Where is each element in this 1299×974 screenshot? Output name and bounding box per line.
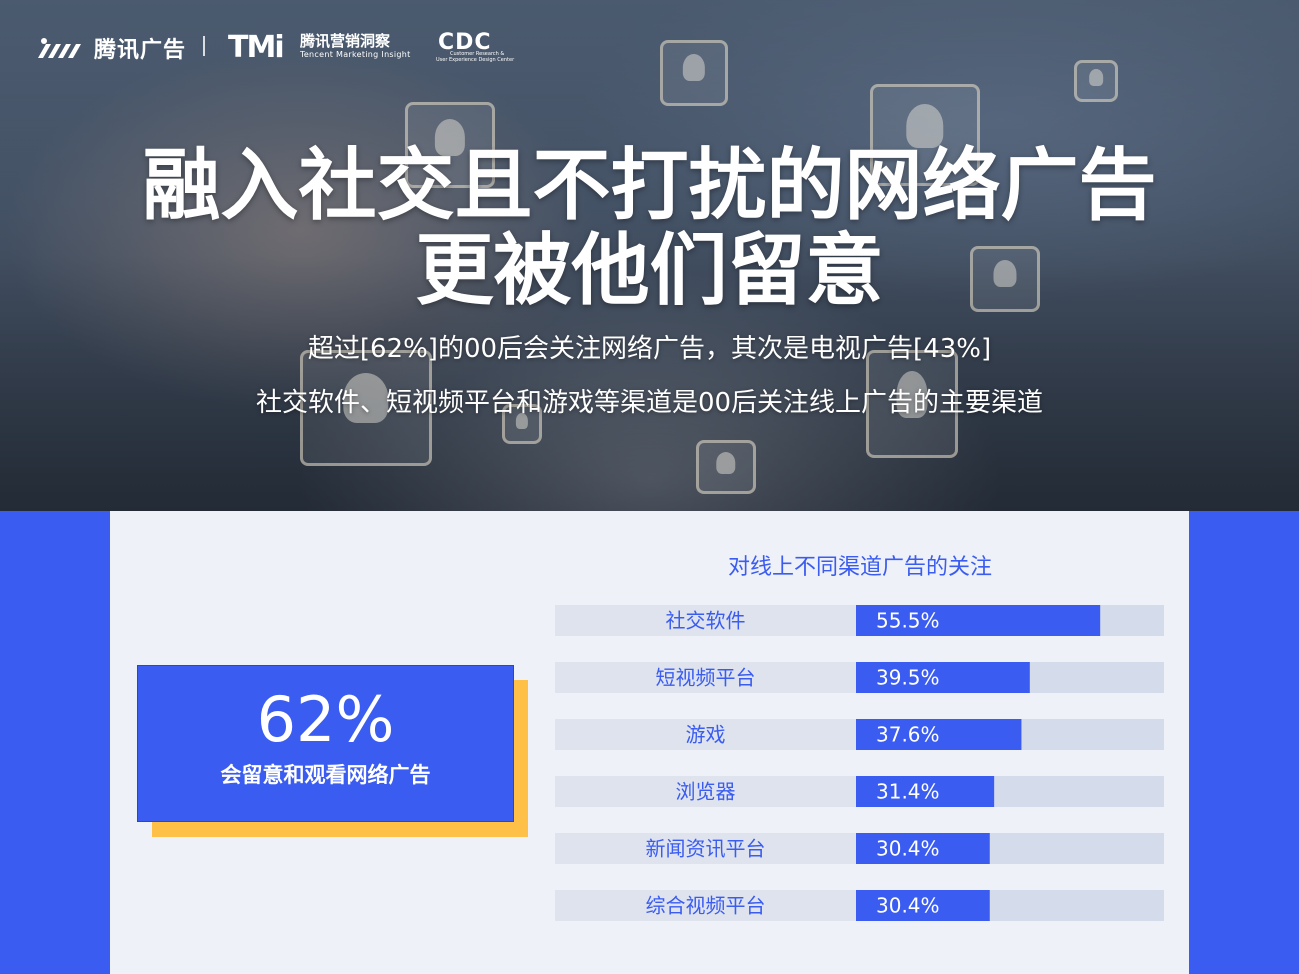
category-label: 短视频平台 bbox=[656, 666, 756, 690]
category-label: 新闻资讯平台 bbox=[646, 837, 766, 861]
value-label: 55.5% bbox=[876, 609, 940, 633]
value-label: 37.6% bbox=[876, 723, 940, 747]
category-label: 综合视频平台 bbox=[646, 894, 766, 918]
value-label: 31.4% bbox=[876, 780, 940, 804]
value-label: 30.4% bbox=[876, 894, 940, 918]
bar-chart: 社交软件 55.5% 短视频平台 39.5% 游戏 37.6% 浏览器 31.4% 新闻资讯平台… bbox=[555, 605, 1164, 921]
value-label: 39.5% bbox=[876, 666, 940, 690]
value-label: 30.4% bbox=[876, 837, 940, 861]
category-label: 浏览器 bbox=[676, 780, 736, 804]
category-label: 游戏 bbox=[686, 723, 726, 747]
category-label: 社交软件 bbox=[666, 609, 746, 633]
